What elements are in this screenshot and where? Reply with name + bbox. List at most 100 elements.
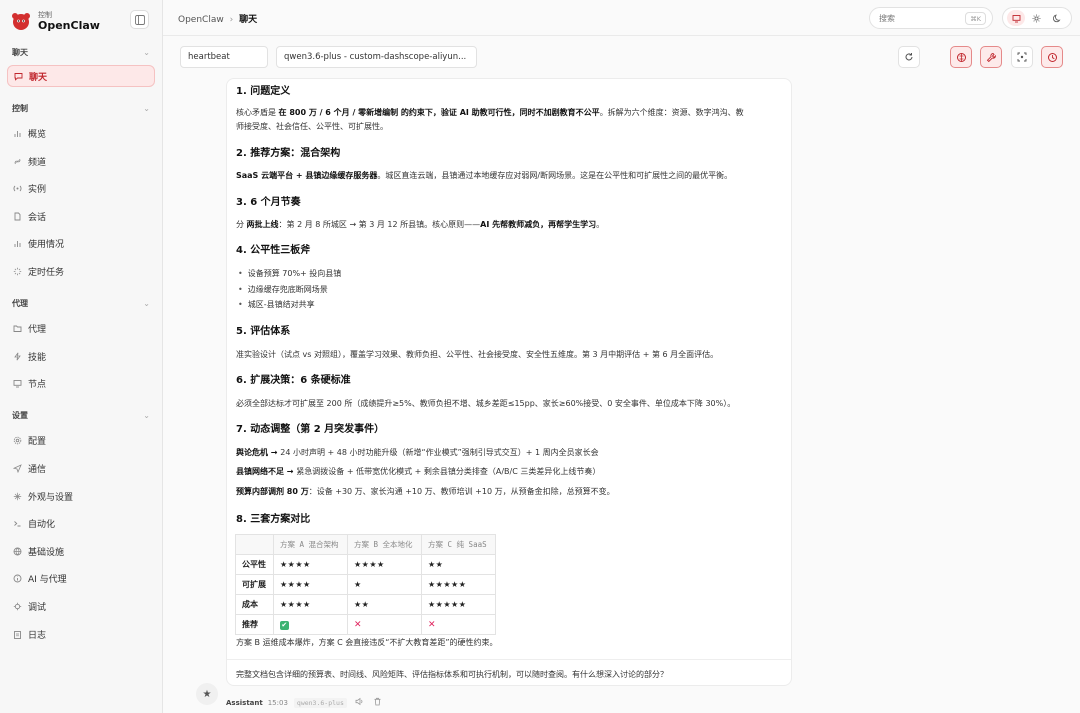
gear-icon <box>13 436 22 445</box>
assistant-message: 1. 问题定义 核心矛盾是 在 800 万 / 6 个月 / 零新增编制 的约束… <box>226 78 792 686</box>
table-header-row: 方案 A 混合架构 方案 B 全本地化 方案 C 纯 SaaS <box>235 534 496 555</box>
sidebar-item-channels[interactable]: 频道 <box>7 150 155 172</box>
chevron-down-icon: ⌄ <box>143 298 150 308</box>
sidebar-item-infrastructure[interactable]: 基础设施 <box>7 540 155 562</box>
section-label: 聊天 <box>12 47 28 57</box>
theme-system-button[interactable] <box>1007 10 1026 26</box>
cross-icon: ✕ <box>354 619 363 630</box>
sidebar-item-overview[interactable]: 概览 <box>7 122 155 144</box>
text: 核心矛盾是 <box>236 108 279 117</box>
section-chat[interactable]: 聊天 ⌄ <box>12 45 150 59</box>
sidebar-item-label: 配置 <box>28 436 47 447</box>
sidebar-item-usage[interactable]: 使用情况 <box>7 232 155 254</box>
wrench-icon <box>986 52 996 62</box>
table-note: 方案 B 运维成本爆炸，方案 C 会直接违反“不扩大教育差距”的硬性约束。 <box>236 638 498 647</box>
table-row: 可扩展 ★★★★ ★ ★★★★★ <box>235 574 496 595</box>
radio-icon <box>13 184 22 193</box>
star-icon: ★ <box>202 688 212 700</box>
bug-icon <box>13 602 22 611</box>
paragraph: 县镇网络不足 → 紧急调拨设备 + 低带宽优化模式 + 剩余县镇分类排查（A/B… <box>236 466 600 477</box>
tools-toggle-button[interactable] <box>980 46 1002 68</box>
table-cell: ✔ <box>273 614 348 635</box>
text: 分 <box>236 220 247 229</box>
row-label: 公平性 <box>235 554 274 575</box>
star-button[interactable]: ★ <box>196 683 218 705</box>
sidebar-item-label: 定时任务 <box>28 267 65 278</box>
section-control[interactable]: 控制 ⌄ <box>12 101 150 115</box>
refresh-icon <box>905 53 913 61</box>
search-placeholder: 搜索 <box>879 13 895 23</box>
section-settings[interactable]: 设置 ⌄ <box>12 408 150 422</box>
sidebar-item-label: 实例 <box>28 184 47 195</box>
sidebar-item-nodes[interactable]: 节点 <box>7 372 155 394</box>
theme-dark-button[interactable] <box>1049 10 1067 26</box>
history-button[interactable] <box>1041 46 1063 68</box>
breadcrumb-root[interactable]: OpenClaw <box>178 15 224 25</box>
text: 。城区直连云端，县镇通过本地缓存应对弱网/断网场景。这是在公平性和可扩展性之间的… <box>377 171 733 180</box>
sidebar-item-skills[interactable]: 技能 <box>7 345 155 367</box>
sidebar-item-instances[interactable]: 实例 <box>7 177 155 199</box>
openclaw-logo-icon <box>10 10 32 32</box>
sun-icon <box>1032 14 1041 22</box>
paragraph: 舆论危机 → 24 小时声明 + 48 小时功能升级（新增“作业模式”强制引导式… <box>236 447 599 458</box>
theme-light-button[interactable] <box>1028 10 1046 26</box>
trash-icon[interactable] <box>373 697 382 708</box>
text-bold: 预算内部调剂 80 万 <box>236 487 309 496</box>
sidebar-item-ai-agents[interactable]: AI 与代理 <box>7 567 155 589</box>
sidebar-item-debug[interactable]: 调试 <box>7 595 155 617</box>
thinking-toggle-button[interactable] <box>950 46 972 68</box>
sidebar-item-chat[interactable]: 聊天 <box>7 65 155 87</box>
list-item: 边缘缓存兜底断网场景 <box>238 284 328 295</box>
search-shortcut: ⌘K <box>965 12 986 25</box>
sidebar-item-label: 技能 <box>28 352 47 363</box>
section-agents[interactable]: 代理 ⌄ <box>12 296 150 310</box>
sidebar-item-sessions[interactable]: 会话 <box>7 205 155 227</box>
sidebar-item-agents[interactable]: 代理 <box>7 317 155 339</box>
sidebar-item-appearance[interactable]: 外观与设置 <box>7 485 155 507</box>
text: ：第 2 月 8 所城区 → 第 3 月 12 所县镇。核心原则—— <box>278 220 481 229</box>
zap-icon <box>13 352 22 361</box>
table-cell: ★★ <box>421 554 496 575</box>
sidebar-item-communication[interactable]: 通信 <box>7 457 155 479</box>
paragraph: 分 两批上线：第 2 月 8 所城区 → 第 3 月 12 所县镇。核心原则——… <box>236 219 604 230</box>
paragraph: 准实验设计（试点 vs 对照组），覆盖学习效果、教师负担、公平性、社会接受度、安… <box>236 350 719 359</box>
sidebar-item-config[interactable]: 配置 <box>7 429 155 451</box>
focus-mode-button[interactable] <box>1011 46 1033 68</box>
sidebar-item-automation[interactable]: 自动化 <box>7 512 155 534</box>
sidebar-item-label: 频道 <box>28 157 47 168</box>
brain-icon <box>956 52 966 62</box>
text-bold: 舆论危机 → <box>236 448 281 457</box>
list-item: 城区-县镇结对共享 <box>238 299 315 310</box>
speaker-icon[interactable] <box>355 697 364 708</box>
table-cell: ✕ <box>347 614 422 635</box>
search-input[interactable]: 搜索 ⌘K <box>869 7 993 29</box>
table-row: 推荐 ✔ ✕ ✕ <box>235 614 496 635</box>
sidebar-item-cron[interactable]: 定时任务 <box>7 260 155 282</box>
session-selector[interactable]: heartbeat <box>180 46 268 68</box>
text-bold: 两批上线 <box>246 220 279 229</box>
section-heading: 4. 公平性三板斧 <box>236 245 311 256</box>
message-role: Assistant <box>226 698 263 707</box>
cross-icon: ✕ <box>428 619 437 630</box>
sidebar-item-label: 自动化 <box>28 519 56 530</box>
row-label: 成本 <box>235 594 274 615</box>
table-header: 方案 B 全本地化 <box>347 534 422 555</box>
table-cell: ★★ <box>347 594 422 615</box>
brand: 控制 OpenClaw <box>10 9 100 33</box>
text-bold: AI 先帮教师减负，再帮学生学习 <box>480 220 597 229</box>
info-icon <box>13 574 22 583</box>
text: ：设备 +30 万、家长沟通 +10 万、教师培训 +10 万，从预备金扣除，总… <box>308 487 615 496</box>
sidebar-item-label: 基础设施 <box>28 547 65 558</box>
clock-icon <box>1047 52 1057 62</box>
moon-icon <box>1053 14 1061 22</box>
sidebar-item-logs[interactable]: 日志 <box>7 623 155 645</box>
sidebar-collapse-button[interactable] <box>130 10 149 29</box>
row-label: 推荐 <box>235 614 274 635</box>
list-item: 设备预算 70%+ 投向县镇 <box>238 268 342 279</box>
refresh-button[interactable] <box>898 46 920 68</box>
model-selector[interactable]: qwen3.6-plus - custom-dashscope-aliyun..… <box>276 46 477 68</box>
breadcrumb-separator: › <box>229 15 234 25</box>
table-cell: ★★★★ <box>273 574 348 595</box>
table-cell: ★★★★ <box>273 594 348 615</box>
message-meta: Assistant 15:03 qwen3.6-plus <box>226 697 391 708</box>
